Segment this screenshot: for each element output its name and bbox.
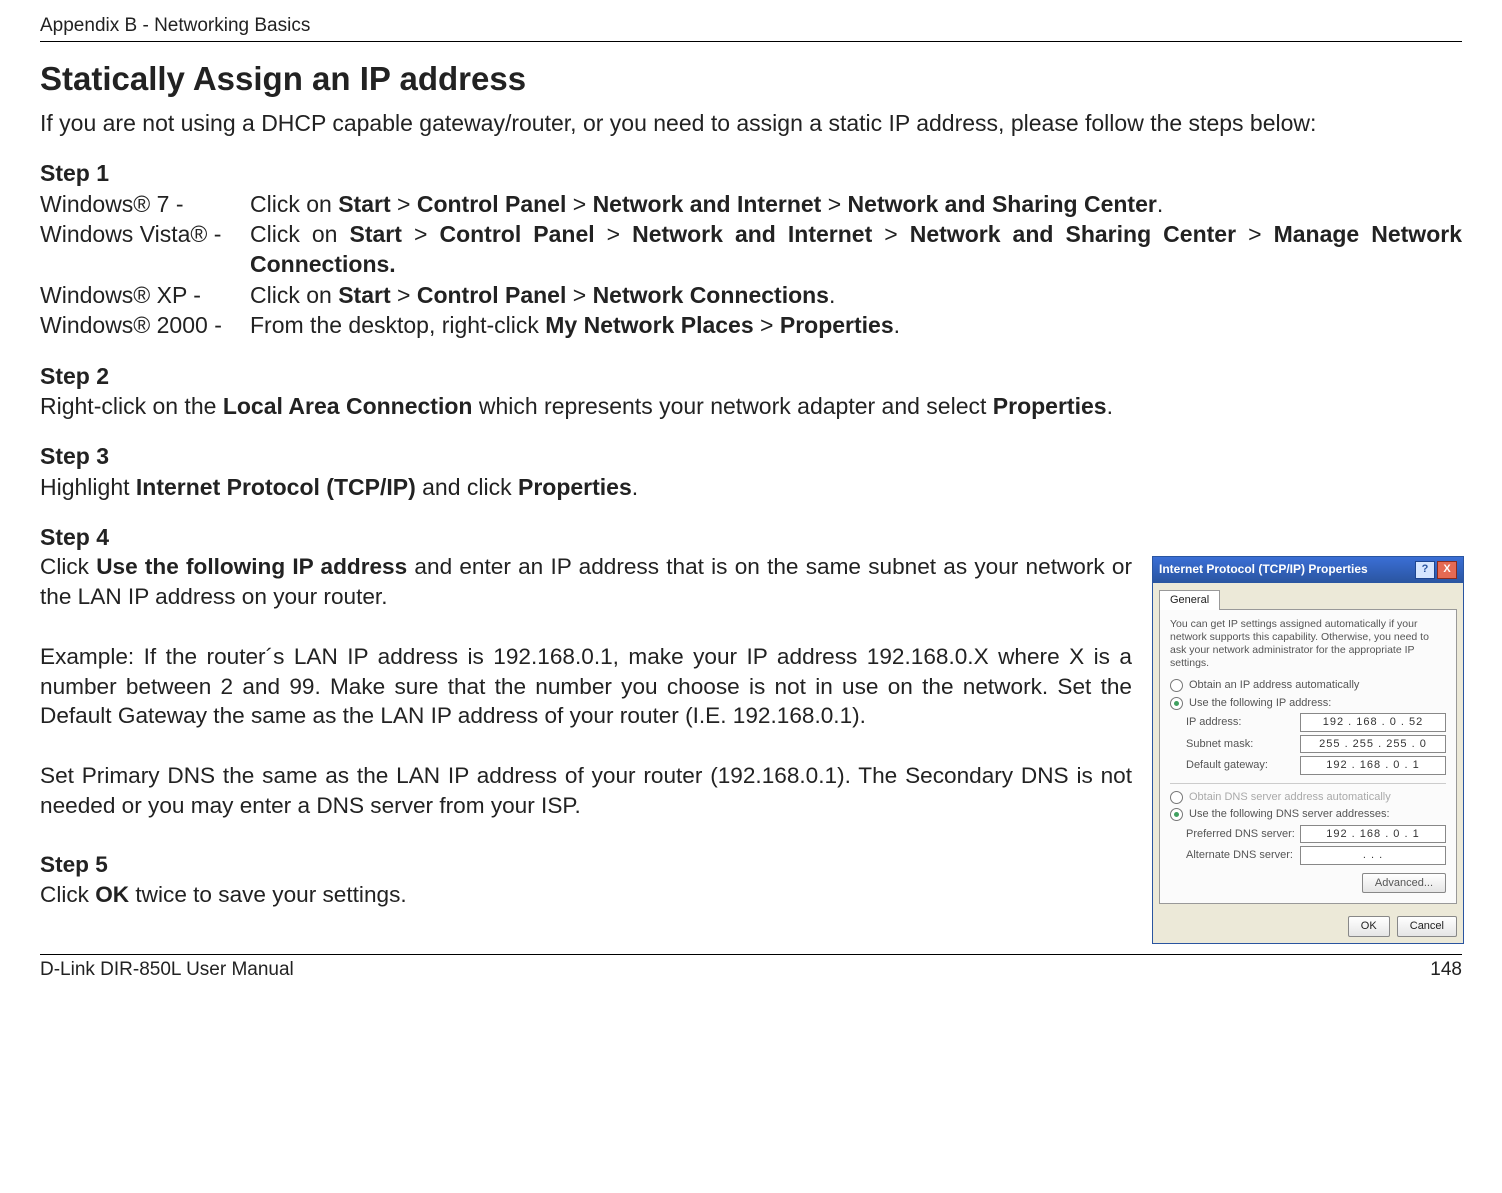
input-mask[interactable]: 255 . 255 . 255 . 0 [1300,735,1446,754]
input-gateway[interactable]: 192 . 168 . 0 . 1 [1300,756,1446,775]
radio-use-following[interactable]: Use the following IP address: [1170,696,1446,711]
cancel-button[interactable]: Cancel [1397,916,1457,937]
os-label: Windows Vista® - [40,219,250,280]
advanced-button[interactable]: Advanced... [1362,873,1446,894]
appendix-header: Appendix B - Networking Basics [40,15,1462,37]
tab-general[interactable]: General [1159,590,1220,610]
top-rule [40,41,1462,42]
step4-label: Step 4 [40,522,1462,552]
step5-text: Click OK twice to save your settings. [40,880,1132,910]
footer-page-number: 148 [1430,959,1462,981]
page-title: Statically Assign an IP address [40,60,1462,98]
step4-p2: Example: If the router´s LAN IP address … [40,642,1132,731]
os-label: Windows® 7 - [40,189,250,219]
radio-dns-auto: Obtain DNS server address automatically [1170,790,1446,805]
instruction-text: Click on Start > Control Panel > Network… [250,280,1462,310]
ok-button[interactable]: OK [1348,916,1390,937]
intro-text: If you are not using a DHCP capable gate… [40,108,1462,138]
label-dns1: Preferred DNS server: [1186,827,1295,842]
close-icon[interactable]: X [1437,561,1457,579]
label-mask: Subnet mask: [1186,737,1253,752]
radio-icon [1170,697,1183,710]
step1-row-xp: Windows® XP - Click on Start > Control P… [40,280,1462,310]
step1-row-2000: Windows® 2000 - From the desktop, right-… [40,310,1462,340]
os-label: Windows® XP - [40,280,250,310]
tcpip-properties-screenshot: Internet Protocol (TCP/IP) Properties ? … [1152,556,1462,944]
radio-icon [1170,791,1183,804]
step3-text: Highlight Internet Protocol (TCP/IP) and… [40,472,1462,502]
step1-row-win7: Windows® 7 - Click on Start > Control Pa… [40,189,1462,219]
dialog-titlebar[interactable]: Internet Protocol (TCP/IP) Properties ? … [1153,557,1463,583]
step5-label: Step 5 [40,850,1132,880]
input-ip[interactable]: 192 . 168 . 0 . 52 [1300,713,1446,732]
radio-icon [1170,808,1183,821]
step2-text: Right-click on the Local Area Connection… [40,391,1462,421]
step4-p3: Set Primary DNS the same as the LAN IP a… [40,761,1132,821]
step1-row-vista: Windows Vista® - Click on Start > Contro… [40,219,1462,280]
radio-obtain-auto[interactable]: Obtain an IP address automatically [1170,678,1446,693]
help-icon[interactable]: ? [1415,561,1435,579]
instruction-text: From the desktop, right-click My Network… [250,310,1462,340]
input-dns2[interactable]: . . . [1300,846,1446,865]
label-dns2: Alternate DNS server: [1186,848,1293,863]
instruction-text: Click on Start > Control Panel > Network… [250,219,1462,280]
input-dns1[interactable]: 192 . 168 . 0 . 1 [1300,825,1446,844]
footer-manual: D-Link DIR-850L User Manual [40,959,294,981]
instruction-text: Click on Start > Control Panel > Network… [250,189,1462,219]
label-gateway: Default gateway: [1186,758,1268,773]
step2-label: Step 2 [40,361,1462,391]
radio-icon [1170,679,1183,692]
step3-label: Step 3 [40,441,1462,471]
dialog-description: You can get IP settings assigned automat… [1170,618,1446,671]
label-ip: IP address: [1186,715,1241,730]
bottom-rule [40,954,1462,955]
radio-dns-manual[interactable]: Use the following DNS server addresses: [1170,807,1446,822]
os-label: Windows® 2000 - [40,310,250,340]
step1-label: Step 1 [40,158,1462,188]
dialog-title: Internet Protocol (TCP/IP) Properties [1159,562,1368,578]
step4-p1: Click Use the following IP address and e… [40,552,1132,612]
